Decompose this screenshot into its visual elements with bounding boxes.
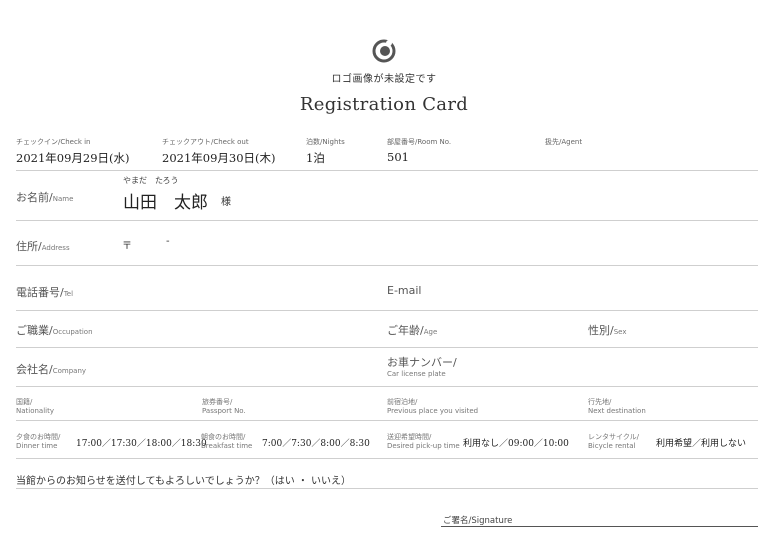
next-destination-label: 行先地/Next destination <box>588 398 646 415</box>
divider <box>16 458 758 459</box>
logo-placeholder-text: ロゴ画像が未設定です <box>331 74 437 85</box>
checkout-value: 2021年09月30日(木) <box>162 151 276 165</box>
company-label: 会社名/Company <box>16 363 87 376</box>
bicycle-label: レンタサイクル/Bicycle rental <box>588 433 640 450</box>
name-label: お名前/Name <box>16 191 74 204</box>
sex-label: 性別/Sex <box>588 324 627 337</box>
nights-value: 1泊 <box>306 151 325 165</box>
signature-line[interactable] <box>441 526 758 527</box>
passport-label: 旅券番号/Passport No. <box>202 398 246 415</box>
logo-placeholder-icon <box>370 38 398 68</box>
divider <box>16 347 758 348</box>
checkin-value: 2021年09月29日(水) <box>16 151 130 165</box>
occupation-label: ご職業/Occupation <box>16 324 93 337</box>
name-value: 山田 太郎 <box>123 193 208 213</box>
name-furigana: やまだ たろう <box>123 176 179 185</box>
divider <box>16 488 758 489</box>
agent-label: 扱先/Agent <box>545 138 583 146</box>
breakfast-options: 7:00／7:30／8:00／8:30 <box>262 439 370 449</box>
address-label: 住所/Address <box>16 240 70 253</box>
room-label: 部屋番号/Room No. <box>387 138 452 146</box>
checkout-label: チェックアウト/Check out <box>162 138 249 146</box>
postal-mark: 〒 <box>122 241 132 252</box>
breakfast-label: 朝食のお時間/Breakfast time <box>201 433 253 450</box>
divider <box>16 420 758 421</box>
room-value: 501 <box>387 150 409 164</box>
phone-label: 電話番号/Tel <box>16 286 74 299</box>
logo-block: ロゴ画像が未設定です <box>0 38 768 85</box>
nights-label: 泊数/Nights <box>306 138 345 146</box>
dinner-label: 夕食のお時間/Dinner time <box>16 433 61 450</box>
signature-label: ご署名/Signature <box>443 516 513 526</box>
dinner-options: 17:00／17:30／18:00／18:30 <box>76 439 207 449</box>
page-title: Registration Card <box>299 94 469 115</box>
postal-dash: - <box>166 236 170 247</box>
divider <box>16 170 758 171</box>
pickup-options: 利用なし／09:00／10:00 <box>463 439 569 449</box>
name-honorific: 様 <box>221 197 231 208</box>
notice-question: 当館からのお知らせを送付してもよろしいでしょうか？（はい ・ いいえ） <box>16 476 352 487</box>
divider <box>16 220 758 221</box>
divider <box>16 386 758 387</box>
checkin-label: チェックイン/Check in <box>16 138 91 146</box>
nationality-label: 国籍/Nationality <box>16 398 55 415</box>
registration-card: ロゴ画像が未設定です Registration Card チェックイン/Chec… <box>0 0 768 544</box>
previous-place-label: 前宿泊地/Previous place you visited <box>387 398 479 415</box>
email-label: E-mail <box>387 284 422 297</box>
age-label: ご年齢/Age <box>387 324 438 337</box>
divider <box>16 310 758 311</box>
pickup-label: 送迎希望時間/Desired pick-up time <box>387 433 460 450</box>
car-label: お車ナンバー/ Car license plate <box>387 356 457 378</box>
bicycle-options: 利用希望／利用しない <box>656 439 747 449</box>
divider <box>16 265 758 266</box>
